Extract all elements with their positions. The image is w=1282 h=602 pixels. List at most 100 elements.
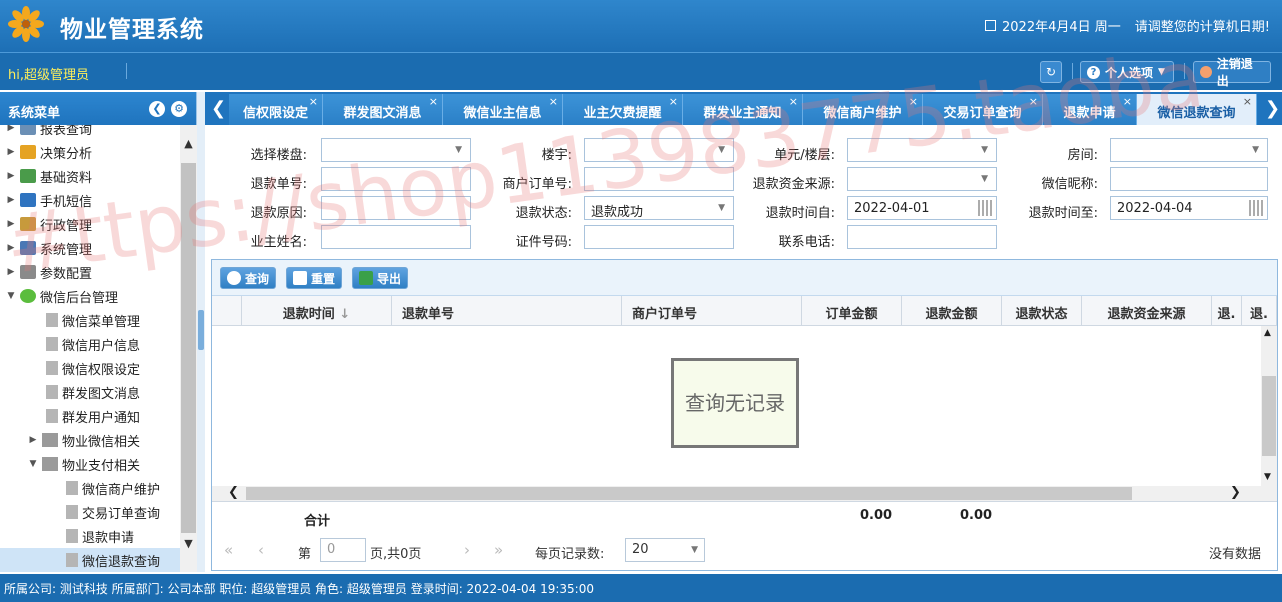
room-select[interactable]: ▼ <box>1110 138 1268 162</box>
collapsed-arrow-icon[interactable]: ▶ <box>6 125 16 133</box>
scroll-left-icon[interactable]: ❮ <box>228 485 239 500</box>
column-header[interactable]: 订单金额 <box>802 296 902 326</box>
close-icon[interactable]: × <box>429 95 438 108</box>
time-from-input[interactable]: 2022-04-01 <box>847 196 997 220</box>
expanded-arrow-icon[interactable]: ▼ <box>6 291 16 301</box>
close-icon[interactable]: × <box>549 95 558 108</box>
house-select[interactable]: ▼ <box>584 138 734 162</box>
tab[interactable]: 微信业主信息 × <box>443 94 563 125</box>
sidebar-item[interactable]: ▶ 物业微信相关 <box>0 428 180 452</box>
scroll-down-icon[interactable]: ▼ <box>1264 472 1271 482</box>
sidebar-item[interactable]: 交易订单查询 <box>0 500 180 524</box>
column-header[interactable]: 退. <box>1212 296 1242 326</box>
gear-icon[interactable]: ⚙ <box>171 101 187 117</box>
next-page-icon[interactable]: › <box>464 541 470 559</box>
export-button[interactable]: 导出 <box>352 267 409 289</box>
scroll-up-icon[interactable]: ▲ <box>180 137 197 153</box>
sidebar-item[interactable]: ▶ 基础资料 <box>0 164 180 188</box>
refresh-button[interactable]: ↻ <box>1040 61 1062 83</box>
collapsed-arrow-icon[interactable]: ▶ <box>6 267 16 277</box>
close-icon[interactable]: × <box>309 95 318 108</box>
sidebar-item[interactable]: ▼ 微信后台管理 <box>0 284 180 308</box>
refund-no-input[interactable] <box>321 167 471 191</box>
collapsed-arrow-icon[interactable]: ▶ <box>6 147 16 157</box>
fund-source-select[interactable]: ▼ <box>847 167 997 191</box>
building-select[interactable]: ▼ <box>321 138 471 162</box>
grid-horizontal-scrollbar[interactable]: ❮ ❯ <box>212 485 1277 501</box>
owner-input[interactable] <box>321 225 471 249</box>
collapsed-arrow-icon[interactable]: ▶ <box>6 195 16 205</box>
sidebar-item[interactable]: ▶ 报表查询 <box>0 125 180 140</box>
collapsed-arrow-icon[interactable]: ▶ <box>6 219 16 229</box>
id-no-input[interactable] <box>584 225 734 249</box>
tab[interactable]: 信权限设定 × <box>229 94 323 125</box>
sidebar-item[interactable]: 微信菜单管理 <box>0 308 180 332</box>
query-button[interactable]: 查询 <box>220 267 277 289</box>
collapse-sidebar-icon[interactable]: ❮ <box>149 101 165 117</box>
sidebar-item[interactable]: 微信用户信息 <box>0 332 180 356</box>
scrollbar-thumb[interactable] <box>246 487 1132 500</box>
splitter-grip[interactable] <box>198 310 204 350</box>
collapsed-arrow-icon[interactable]: ▶ <box>6 171 16 181</box>
tab[interactable]: 群发业主通知 × <box>683 94 803 125</box>
tab[interactable]: 微信商户维护 × <box>803 94 923 125</box>
sidebar-item[interactable]: ▶ 行政管理 <box>0 212 180 236</box>
sidebar-item[interactable]: 退款申请 <box>0 524 180 548</box>
logout-button[interactable]: 注销退出 <box>1193 57 1271 88</box>
merchant-order-input[interactable] <box>584 167 734 191</box>
column-header[interactable]: 退款状态 <box>1002 296 1082 326</box>
tab-scroll-left-icon[interactable]: ❮ <box>211 98 226 119</box>
scrollbar-thumb[interactable] <box>1262 376 1276 456</box>
sidebar-item[interactable]: 群发图文消息 <box>0 380 180 404</box>
close-icon[interactable]: × <box>1243 95 1252 108</box>
tab[interactable]: 退款申请 × <box>1043 94 1137 125</box>
sidebar-item[interactable]: 微信商户维护 <box>0 476 180 500</box>
tab[interactable]: 交易订单查询 × <box>923 94 1043 125</box>
scroll-up-icon[interactable]: ▲ <box>1264 328 1271 338</box>
column-header[interactable]: 退款时间 ↓ <box>242 296 392 326</box>
calendar-icon[interactable] <box>1249 200 1265 216</box>
last-page-icon[interactable]: » <box>494 541 503 559</box>
column-header[interactable]: 退. <box>1242 296 1277 326</box>
calendar-icon[interactable] <box>978 200 994 216</box>
prev-page-icon[interactable]: ‹ <box>258 541 264 559</box>
status-select[interactable]: 退款成功 ▼ <box>584 196 734 220</box>
sidebar-item[interactable]: 微信权限设定 <box>0 356 180 380</box>
close-icon[interactable]: × <box>789 95 798 108</box>
column-header[interactable]: 退款资金来源 <box>1082 296 1212 326</box>
phone-input[interactable] <box>847 225 997 249</box>
per-page-select[interactable]: 20 ▼ <box>625 538 705 562</box>
close-icon[interactable]: × <box>1123 95 1132 108</box>
sidebar-item[interactable]: ▶ 参数配置 <box>0 260 180 284</box>
reset-button[interactable]: 重置 <box>286 267 343 289</box>
page-number-input[interactable]: 0 <box>320 538 366 562</box>
tab[interactable]: 群发图文消息 × <box>323 94 443 125</box>
tab-scroll-right-icon[interactable]: ❯ <box>1265 98 1280 119</box>
first-page-icon[interactable]: « <box>224 541 233 559</box>
column-header[interactable]: 退款单号 <box>392 296 622 326</box>
sidebar-splitter[interactable] <box>197 92 205 572</box>
close-icon[interactable]: × <box>669 95 678 108</box>
scrollbar-thumb[interactable] <box>181 163 196 533</box>
sidebar-item[interactable]: 群发用户通知 <box>0 404 180 428</box>
close-icon[interactable]: × <box>1029 95 1038 108</box>
sidebar-scrollbar[interactable]: ▲ ▼ <box>180 125 197 572</box>
sidebar-item[interactable]: ▶ 手机短信 <box>0 188 180 212</box>
collapsed-arrow-icon[interactable]: ▶ <box>6 243 16 253</box>
expanded-arrow-icon[interactable]: ▼ <box>28 459 38 469</box>
scroll-down-icon[interactable]: ▼ <box>180 537 197 553</box>
tab[interactable]: 业主欠费提醒 × <box>563 94 683 125</box>
close-icon[interactable]: × <box>909 95 918 108</box>
sidebar-item[interactable]: ▶ 系统管理 <box>0 236 180 260</box>
sidebar-item[interactable]: ▶ 决策分析 <box>0 140 180 164</box>
sidebar-item[interactable]: 微信退款查询 <box>0 548 180 572</box>
collapsed-arrow-icon[interactable]: ▶ <box>28 435 38 445</box>
time-to-input[interactable]: 2022-04-04 <box>1110 196 1268 220</box>
scroll-right-icon[interactable]: ❯ <box>1230 485 1241 500</box>
personal-options-button[interactable]: ? 个人选项 ▼ <box>1080 61 1174 83</box>
sidebar-item[interactable]: ▼ 物业支付相关 <box>0 452 180 476</box>
unit-select[interactable]: ▼ <box>847 138 997 162</box>
tab[interactable]: 微信退款查询 × <box>1137 94 1257 125</box>
column-header[interactable]: 退款金额 <box>902 296 1002 326</box>
grid-vertical-scrollbar[interactable]: ▲ ▼ <box>1261 326 1277 486</box>
